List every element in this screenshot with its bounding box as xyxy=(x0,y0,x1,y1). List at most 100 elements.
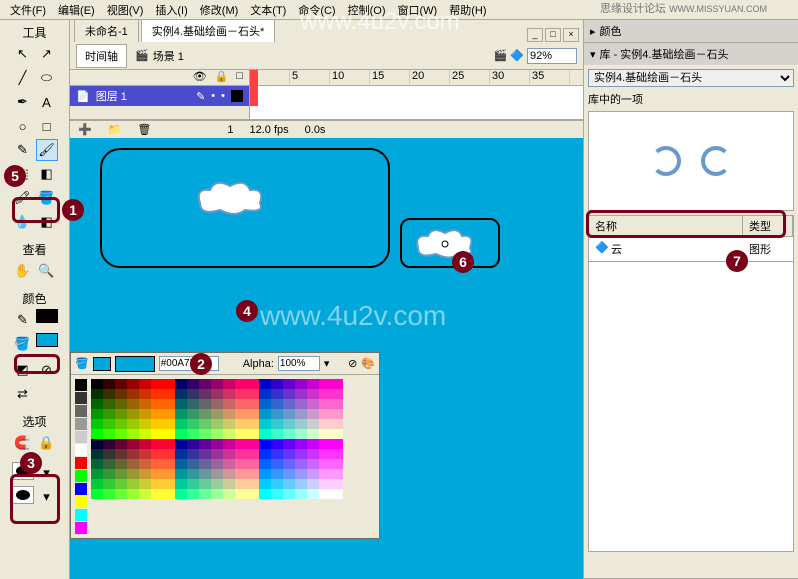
document-tabs: 未命名-1 实例4.基础绘画－石头* _ □ × xyxy=(70,20,583,42)
menu-edit[interactable]: 编辑(E) xyxy=(52,0,101,20)
name-column-header[interactable]: 名称 xyxy=(589,216,743,236)
color-swatches-grid[interactable] xyxy=(91,379,343,534)
add-layer-icon[interactable]: ➕ xyxy=(78,123,92,136)
side-panels: ▸ 颜色 ▾ 库 - 实例4.基础绘画－石头 实例4.基础绘画－石头 库中的一项… xyxy=(583,20,798,579)
subselection-tool[interactable]: ↗ xyxy=(36,43,58,65)
fill-color-swatch[interactable] xyxy=(36,333,58,347)
edit-symbols-icon[interactable]: 🔷 xyxy=(510,50,524,62)
stroke-color-swatch[interactable] xyxy=(36,309,58,323)
brush-size-option[interactable] xyxy=(12,486,34,504)
options-section-label: 选项 xyxy=(22,413,46,430)
lock-icon[interactable]: 🔒 xyxy=(215,70,229,85)
ink-bottle-tool[interactable]: 🖍 xyxy=(12,187,34,209)
close-button[interactable]: × xyxy=(563,28,579,42)
brush-tool[interactable]: 🖌 xyxy=(36,139,58,161)
bucket-icon: 🪣 xyxy=(75,357,89,370)
base-colors-column[interactable] xyxy=(75,379,87,534)
eraser-tool[interactable]: ◧ xyxy=(36,211,58,233)
menu-help[interactable]: 帮助(H) xyxy=(443,0,492,20)
current-frame: 1 xyxy=(227,124,233,136)
edit-scene-icon[interactable]: 🎬 xyxy=(493,50,507,62)
tools-title: 工具 xyxy=(22,24,46,41)
menu-view[interactable]: 视图(V) xyxy=(101,0,150,20)
paint-bucket-tool[interactable]: 🪣 xyxy=(36,187,58,209)
zoom-input[interactable] xyxy=(527,48,577,64)
pencil-tool[interactable]: ✎ xyxy=(12,139,34,161)
layer-color[interactable] xyxy=(231,90,243,102)
lasso-tool[interactable]: ⬭ xyxy=(36,67,58,89)
callout-6: 6 xyxy=(452,251,474,273)
layer-lock-dot[interactable]: • xyxy=(221,90,225,102)
outline-icon[interactable]: □ xyxy=(236,70,243,85)
library-item-row[interactable]: 🔷 云 图形 xyxy=(589,237,793,261)
oval-tool[interactable]: ○ xyxy=(12,115,34,137)
library-select[interactable]: 实例4.基础绘画－石头 xyxy=(588,69,794,87)
library-panel-title[interactable]: ▾ 库 - 实例4.基础绘画－石头 xyxy=(584,43,798,65)
layers-column: 👁 🔒 □ 📄 图层 1 ✎ • • xyxy=(70,70,250,119)
blackwhite-icon[interactable]: ◩ xyxy=(12,359,34,381)
rectangle-tool[interactable]: □ xyxy=(36,115,58,137)
restore-button[interactable]: □ xyxy=(545,28,561,42)
view-section-label: 查看 xyxy=(22,241,46,258)
nocolor-picker-icon[interactable]: ⊘ xyxy=(348,357,357,370)
timeline-button[interactable]: 时间轴 xyxy=(76,44,127,68)
menu-file[interactable]: 文件(F) xyxy=(4,0,52,20)
callout-1: 1 xyxy=(62,199,84,221)
selection-tool[interactable]: ↖ xyxy=(12,43,34,65)
layer-pencil-icon: ✎ xyxy=(196,90,205,103)
scene-icon: 🎬 xyxy=(135,49,149,62)
layer-icon: 📄 xyxy=(76,90,90,103)
layer-row[interactable]: 📄 图层 1 ✎ • • xyxy=(70,86,249,106)
scene-toolbar: 时间轴 🎬 场景 1 🎬 🔷 xyxy=(70,42,583,70)
menu-commands[interactable]: 命令(C) xyxy=(292,0,341,20)
tab-doc1[interactable]: 未命名-1 xyxy=(74,19,139,42)
pen-tool[interactable]: ✒ xyxy=(12,91,34,113)
timeline-status: ➕ 📁 🗑 1 12.0 fps 0.0s xyxy=(70,120,583,138)
callout-4: 4 xyxy=(236,300,258,322)
color-preview-swatch xyxy=(115,356,155,372)
current-color-icon[interactable] xyxy=(93,357,111,371)
hand-tool[interactable]: ✋ xyxy=(12,260,34,282)
fill-color-icon[interactable]: 🪣 xyxy=(12,333,34,355)
menu-control[interactable]: 控制(O) xyxy=(342,0,392,20)
text-tool[interactable]: A xyxy=(36,91,58,113)
preview-spiral-1 xyxy=(651,146,681,176)
magnet-icon[interactable]: 🧲 xyxy=(12,432,34,454)
eyedropper-tool[interactable]: 💧 xyxy=(12,211,34,233)
frames-area[interactable]: 1 5 10 15 20 25 30 35 xyxy=(250,70,583,119)
lock-fill-icon[interactable]: 🔒 xyxy=(36,432,58,454)
line-tool[interactable]: ╱ xyxy=(12,67,34,89)
tools-panel: 工具 ↖ ↗ ╱ ⬭ ✒ A ○ □ ✎ 🖌 ⬚ ◧ 🖍 🪣 💧 ◧ 查看 ✋ … xyxy=(0,20,70,579)
stroke-color-icon[interactable]: ✎ xyxy=(12,309,34,331)
eye-icon[interactable]: 👁 xyxy=(193,70,207,85)
menu-text[interactable]: 文本(T) xyxy=(244,0,292,20)
delete-layer-icon[interactable]: 🗑 xyxy=(137,123,151,136)
fill-transform-tool[interactable]: ◧ xyxy=(36,163,58,185)
minimize-button[interactable]: _ xyxy=(527,28,543,42)
menu-window[interactable]: 窗口(W) xyxy=(392,0,444,20)
type-column-header[interactable]: 类型 xyxy=(743,216,793,236)
nocolor-icon[interactable]: ⊘ xyxy=(36,359,58,381)
layer-visible-dot[interactable]: • xyxy=(211,90,215,102)
menu-modify[interactable]: 修改(M) xyxy=(194,0,245,20)
zoom-tool[interactable]: 🔍 xyxy=(36,260,58,282)
layer-name: 图层 1 xyxy=(96,88,127,104)
alpha-dropdown-icon[interactable]: ▾ xyxy=(324,357,330,370)
swap-colors-icon[interactable]: ⇄ xyxy=(12,383,34,405)
menu-insert[interactable]: 插入(I) xyxy=(149,0,193,20)
frame-ruler: 1 5 10 15 20 25 30 35 xyxy=(250,70,583,86)
alpha-label: Alpha: xyxy=(243,358,274,370)
tab-doc2[interactable]: 实例4.基础绘画－石头* xyxy=(141,19,275,42)
playhead[interactable] xyxy=(250,70,258,106)
alpha-input[interactable] xyxy=(278,356,320,371)
brush-size-dropdown[interactable]: ▾ xyxy=(36,486,58,508)
colors-section-label: 颜色 xyxy=(22,290,46,307)
library-preview xyxy=(588,111,794,211)
colors-panel-title[interactable]: ▸ 颜色 xyxy=(584,20,798,42)
add-folder-icon[interactable]: 📁 xyxy=(108,123,122,136)
preview-spiral-2 xyxy=(701,146,731,176)
scene-label[interactable]: 场景 1 xyxy=(153,48,184,64)
color-wheel-icon[interactable]: 🎨 xyxy=(361,357,375,370)
library-table: 名称 类型 🔷 云 图形 xyxy=(588,215,794,262)
forum-watermark: 思缘设计论坛 WWW.MISSYUAN.COM xyxy=(600,0,767,16)
